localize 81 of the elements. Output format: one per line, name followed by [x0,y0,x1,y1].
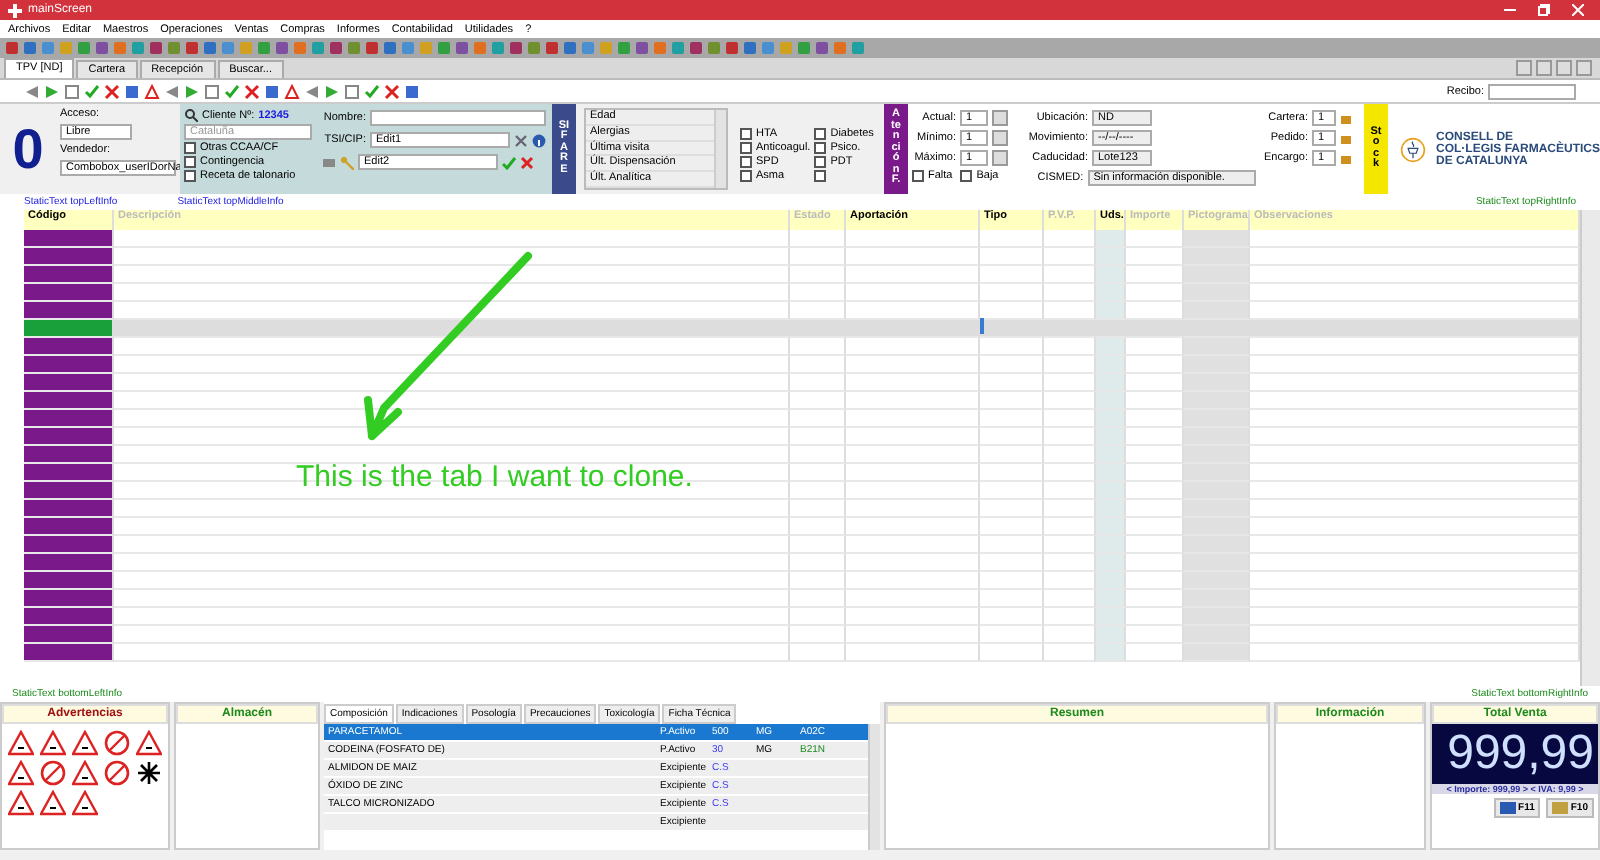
check-icon[interactable] [364,83,380,99]
warning-triangle-icon [8,760,34,786]
triangle-icon[interactable] [284,83,300,99]
triangle-icon[interactable] [144,83,160,99]
table-row[interactable] [24,626,1580,644]
asterisk-icon [136,760,162,786]
checkbox[interactable] [814,156,827,168]
card-icon [322,155,336,169]
prohibition-icon [104,760,130,786]
warning-triangle-icon [8,730,34,756]
left-arrow-icon[interactable] [24,83,40,99]
right-arrow-icon[interactable] [184,83,200,99]
minimize-icon [1504,4,1516,16]
checkbox[interactable] [814,128,827,140]
table-row[interactable] [24,518,1580,536]
table-row[interactable] [24,572,1580,590]
checkbox[interactable] [184,156,196,168]
table-row[interactable] [24,356,1580,374]
right-arrow-icon[interactable] [44,83,60,99]
x-icon[interactable] [384,83,400,99]
search-icon [184,108,198,122]
warning-triangle-icon [72,730,98,756]
table-row[interactable] [24,338,1580,356]
right-arrow-icon[interactable] [324,83,340,99]
checkbox[interactable] [184,142,196,154]
scrollbar[interactable] [1580,210,1600,686]
checkbox[interactable] [912,170,924,182]
warning-triangle-icon [40,730,66,756]
key-icon [340,155,354,169]
table-row[interactable] [24,248,1580,266]
checkbox[interactable] [740,156,752,168]
check-icon[interactable] [84,83,100,99]
prohibition-icon [104,730,130,756]
table-row[interactable] [24,374,1580,392]
checkbox[interactable] [184,170,196,182]
check-icon[interactable] [502,155,516,169]
table-row[interactable] [24,446,1580,464]
x-icon[interactable] [244,83,260,99]
square-icon[interactable] [344,83,360,99]
table-row[interactable] [24,590,1580,608]
warning-triangle-icon [40,790,66,816]
close-icon [1572,4,1584,16]
table-row[interactable] [24,644,1580,662]
warning-triangle-icon [8,790,34,816]
table-row[interactable] [24,608,1580,626]
checkbox[interactable] [960,170,973,182]
checkbox[interactable] [740,170,752,182]
table-row[interactable] [24,554,1580,572]
cash-icon [1552,802,1569,814]
warning-triangle-icon [72,760,98,786]
table-row[interactable] [24,428,1580,446]
table-row[interactable] [24,500,1580,518]
table-row[interactable] [24,266,1580,284]
info-icon[interactable] [532,133,546,147]
checkbox[interactable] [814,170,827,182]
check-icon[interactable] [224,83,240,99]
restore-icon [1538,4,1550,16]
x-icon[interactable] [520,155,534,169]
recibo-field[interactable] [1488,83,1576,99]
square-icon[interactable] [204,83,220,99]
checkbox[interactable] [740,128,752,140]
table-row[interactable] [24,392,1580,410]
warning-triangle-icon [72,790,98,816]
scrollbar[interactable] [714,110,726,188]
table-row[interactable] [24,284,1580,302]
table-row[interactable] [24,410,1580,428]
left-arrow-icon[interactable] [304,83,320,99]
warning-triangle-icon [136,730,162,756]
prohibition-icon [40,760,66,786]
annotation-text: This is the tab I want to clone. [296,460,695,496]
checkbox[interactable] [740,142,752,154]
scrollbar[interactable] [868,724,880,850]
x-icon[interactable] [104,83,120,99]
counter-number: 0 [10,115,46,183]
card-icon [1500,802,1517,814]
total-amount: 999,99 [1432,724,1598,784]
square-icon[interactable] [64,83,80,99]
table-row[interactable] [24,230,1580,248]
left-arrow-icon[interactable] [164,83,180,99]
checkbox[interactable] [814,142,827,154]
table-row[interactable] [24,536,1580,554]
